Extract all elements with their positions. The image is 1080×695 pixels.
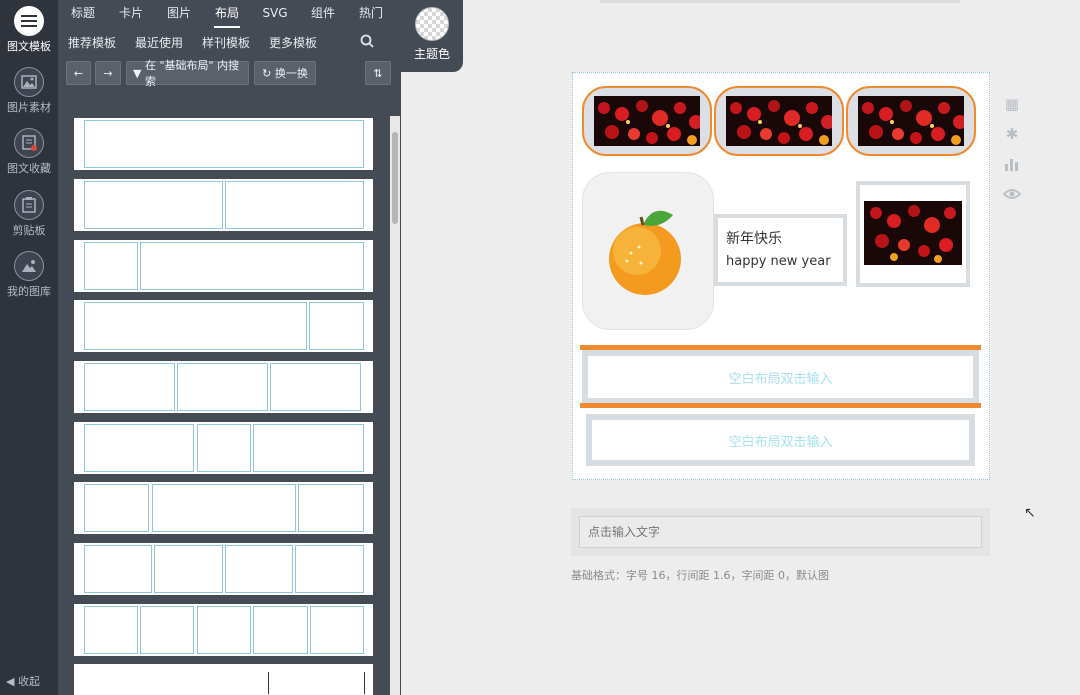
layout-item[interactable] <box>74 361 373 413</box>
arrow-left-icon: ← <box>73 66 84 80</box>
blank-placeholder-1: 空白布局双击输入 <box>728 371 833 387</box>
text-input[interactable] <box>579 516 982 548</box>
subtab-more[interactable]: 更多模板 <box>269 34 317 51</box>
filter-button[interactable]: ▼ 在 "基础布局" 内搜索 <box>126 59 249 88</box>
layout-item[interactable] <box>74 543 373 595</box>
favorite-icon <box>14 128 44 158</box>
sidebar-item-templates[interactable]: 图文模板 <box>0 6 58 54</box>
sort-icon: ⇅ <box>373 66 383 80</box>
lantern-image-frame[interactable] <box>582 86 712 156</box>
greeting-cn: 新年快乐 <box>726 231 782 247</box>
text-input-bar <box>571 508 990 556</box>
lantern-photo <box>864 201 962 265</box>
swap-button[interactable]: ↻ 换一换 <box>254 61 316 85</box>
layout-item[interactable] <box>74 300 373 352</box>
sort-button[interactable]: ⇅ <box>365 61 391 85</box>
sidebar-item-label: 图片素材 <box>7 101 51 114</box>
theme-color-button[interactable]: 主题色 <box>401 0 463 72</box>
menu-icon <box>14 6 44 36</box>
layout-item[interactable] <box>74 240 373 292</box>
lantern-image <box>726 96 832 146</box>
sidebar-item-images[interactable]: 图片素材 <box>0 67 58 115</box>
tab-popular[interactable]: 热门 <box>358 0 384 28</box>
format-hint: 基础格式：字号 16，行间距 1.6，字间距 0，默认图 <box>571 569 829 582</box>
layout-item[interactable] <box>74 422 373 474</box>
lantern-image <box>594 96 700 146</box>
panel-toolbar: ← → ▼ 在 "基础布局" 内搜索 ↻ 换一换 ⇅ <box>58 59 401 89</box>
forward-button[interactable]: → <box>95 61 121 85</box>
layout-item[interactable] <box>74 664 373 695</box>
orange-image <box>609 210 681 295</box>
layout-item[interactable] <box>74 118 373 170</box>
filter-icon: ▼ <box>133 66 142 80</box>
tab-components[interactable]: 组件 <box>310 0 336 28</box>
sidebar: 图文模板 图片素材 图文收藏 剪贴板 我的图库 ◀ 收起 <box>0 0 58 695</box>
collapse-label: 收起 <box>17 675 40 688</box>
grid-icon[interactable]: ▦ <box>1002 94 1022 114</box>
image-icon <box>14 67 44 97</box>
subtab-recommended[interactable]: 推荐模板 <box>68 34 116 51</box>
sidebar-item-label: 图文收藏 <box>7 162 51 175</box>
arrow-right-icon: → <box>103 66 113 80</box>
greeting-textbox[interactable]: 新年快乐 happy new year <box>714 214 847 286</box>
sidebar-item-label: 我的图库 <box>7 285 51 298</box>
theme-color-icon <box>415 7 449 41</box>
scroll-thumb[interactable] <box>392 132 398 224</box>
subtab-recent[interactable]: 最近使用 <box>135 34 183 51</box>
panel-scrollbar[interactable] <box>390 116 400 695</box>
search-icon[interactable] <box>360 34 374 51</box>
tab-image[interactable]: 图片 <box>166 0 192 28</box>
tab-svg[interactable]: SVG <box>261 0 289 28</box>
gallery-icon <box>14 251 44 281</box>
eye-icon[interactable] <box>1002 184 1022 204</box>
clipboard-icon <box>14 190 44 220</box>
layout-list <box>74 118 373 695</box>
mouse-cursor-icon: ↖ <box>1024 505 1036 521</box>
template-panel: 标题 卡片 图片 布局 SVG 组件 热门 推荐模板 最近使用 样刊模板 更多模… <box>58 0 401 695</box>
swap-label: 换一换 <box>274 67 308 80</box>
photo-frame[interactable] <box>856 181 970 287</box>
blank-layout-1[interactable]: 空白布局双击输入 <box>582 350 979 404</box>
subtab-journal[interactable]: 样刊模板 <box>202 34 250 51</box>
tab-card[interactable]: 卡片 <box>118 0 144 28</box>
bar-chart-icon[interactable] <box>1002 154 1022 174</box>
orange-image-frame[interactable] <box>582 172 714 330</box>
collapse-button[interactable]: ◀ 收起 <box>6 673 40 689</box>
sidebar-item-clipboard[interactable]: 剪贴板 <box>0 190 58 238</box>
sidebar-item-label: 图文模板 <box>7 40 51 53</box>
collapse-icon: ◀ <box>6 675 18 688</box>
blank-layout-2[interactable]: 空白布局双击输入 <box>586 414 975 466</box>
blank-placeholder-2: 空白布局双击输入 <box>728 434 833 450</box>
back-button[interactable]: ← <box>66 61 91 85</box>
layout-item[interactable] <box>74 482 373 534</box>
canvas-tools: ▦ ✱ <box>1002 94 1022 214</box>
refresh-icon: ↻ <box>262 66 272 80</box>
editor-top-edge <box>600 0 960 3</box>
sidebar-item-favorites[interactable]: 图文收藏 <box>0 128 58 176</box>
sidebar-item-gallery[interactable]: 我的图库 <box>0 251 58 299</box>
lantern-image <box>858 96 964 146</box>
layout-item[interactable] <box>74 179 373 231</box>
orange-divider-bottom <box>580 403 981 408</box>
tab-layout[interactable]: 布局 <box>214 0 240 28</box>
tab-title[interactable]: 标题 <box>70 0 96 28</box>
category-tabs: 标题 卡片 图片 布局 SVG 组件 热门 <box>58 0 401 28</box>
lantern-image-frame[interactable] <box>714 86 844 156</box>
theme-label: 主题色 <box>413 47 450 61</box>
lantern-image-frame[interactable] <box>846 86 976 156</box>
greeting-en: happy new year <box>726 254 831 269</box>
subcategory-tabs: 推荐模板 最近使用 样刊模板 更多模板 <box>58 28 401 56</box>
layout-item[interactable] <box>74 604 373 656</box>
snowflake-icon[interactable]: ✱ <box>1002 124 1022 144</box>
filter-label: 在 "基础布局" 内搜索 <box>144 59 240 88</box>
sidebar-item-label: 剪贴板 <box>12 224 46 237</box>
